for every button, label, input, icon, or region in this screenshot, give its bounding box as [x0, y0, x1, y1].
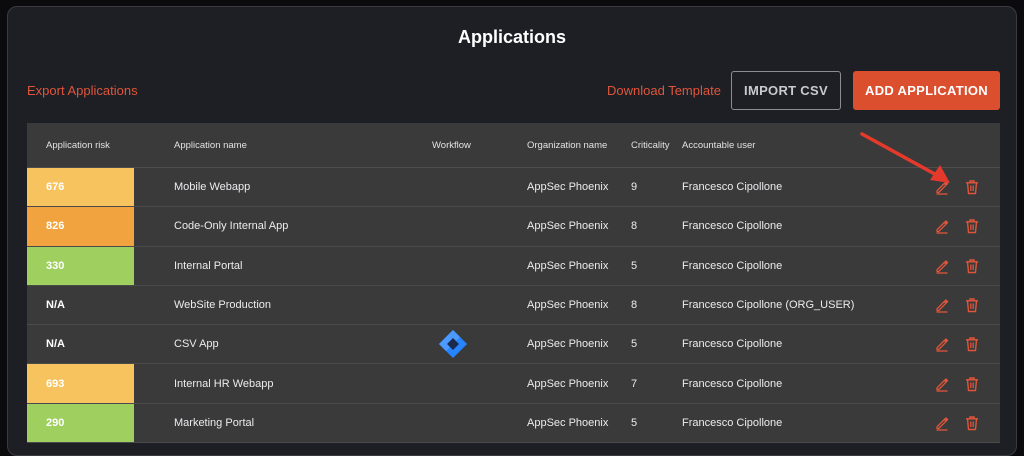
table-row[interactable]: 826 Code-Only Internal App AppSec Phoenix 8… [27, 207, 1000, 247]
risk-score: 330 [27, 246, 134, 285]
accountable-user: Francesco Cipollone [682, 220, 783, 233]
header-application-risk[interactable]: Application risk [46, 140, 110, 151]
organization-name: AppSec Phoenix [527, 259, 609, 272]
header-criticality[interactable]: Criticality [631, 140, 670, 151]
row-actions [934, 286, 980, 324]
row-actions [934, 247, 980, 285]
row-actions [934, 168, 980, 206]
criticality-value: 5 [631, 259, 638, 272]
table-body: 676 Mobile Webapp AppSec Phoenix 9 Francesco… [27, 168, 1000, 444]
table-row[interactable]: N/A CSV App AppSec Phoenix 5 Francesco Cipol… [27, 325, 1000, 365]
table-row[interactable]: N/A WebSite Production AppSec Phoenix 8 Fran… [27, 286, 1000, 326]
trash-icon[interactable] [964, 297, 980, 313]
risk-score: 290 [27, 403, 134, 443]
page-title: Applications [457, 27, 566, 47]
criticality-value: 5 [631, 338, 638, 351]
accountable-user: Francesco Cipollone [682, 377, 783, 390]
application-name[interactable]: Marketing Portal [174, 404, 254, 442]
table-row[interactable]: 693 Internal HR Webapp AppSec Phoenix 7 Fran… [27, 364, 1000, 404]
export-applications-link[interactable]: Export Applications [27, 83, 138, 98]
criticality-value: 8 [631, 299, 638, 312]
criticality-value: 7 [631, 377, 638, 390]
table-row[interactable]: 676 Mobile Webapp AppSec Phoenix 9 Francesco… [27, 168, 1000, 208]
trash-icon[interactable] [964, 415, 980, 431]
pencil-icon[interactable] [934, 376, 950, 392]
accountable-user: Francesco Cipollone [682, 416, 783, 429]
organization-name: AppSec Phoenix [527, 377, 609, 390]
row-actions [934, 325, 980, 363]
add-application-button[interactable]: ADD APPLICATION [853, 71, 1000, 110]
download-template-link[interactable]: Download Template [607, 83, 721, 98]
application-name[interactable]: Internal Portal [174, 247, 242, 285]
accountable-user: Francesco Cipollone [682, 338, 783, 351]
table-row[interactable]: 330 Internal Portal AppSec Phoenix 5 Frances… [27, 246, 1000, 286]
import-csv-button[interactable]: IMPORT CSV [731, 71, 841, 110]
risk-score: 693 [27, 364, 134, 403]
jira-icon[interactable] [438, 325, 468, 363]
header-organization-name[interactable]: Organization name [527, 140, 607, 151]
row-actions [934, 404, 980, 442]
application-name[interactable]: Mobile Webapp [174, 168, 250, 206]
pencil-icon[interactable] [934, 179, 950, 195]
application-name[interactable]: Internal HR Webapp [174, 364, 273, 402]
organization-name: AppSec Phoenix [527, 338, 609, 351]
application-name[interactable]: CSV App [174, 325, 219, 363]
trash-icon[interactable] [964, 218, 980, 234]
pencil-icon[interactable] [934, 336, 950, 352]
trash-icon[interactable] [964, 179, 980, 195]
pencil-icon[interactable] [934, 297, 950, 313]
trash-icon[interactable] [964, 376, 980, 392]
criticality-value: 8 [631, 220, 638, 233]
table-header: Application risk Application name Workfl… [27, 123, 1000, 168]
pencil-icon[interactable] [934, 258, 950, 274]
organization-name: AppSec Phoenix [527, 220, 609, 233]
applications-panel: Applications Export Applications Downloa… [7, 6, 1017, 456]
header-application-name[interactable]: Application name [174, 140, 247, 151]
row-actions [934, 364, 980, 402]
accountable-user: Francesco Cipollone [682, 181, 783, 194]
trash-icon[interactable] [964, 336, 980, 352]
pencil-icon[interactable] [934, 415, 950, 431]
criticality-value: 5 [631, 416, 638, 429]
header-accountable-user[interactable]: Accountable user [682, 140, 755, 151]
risk-score: N/A [46, 338, 65, 351]
trash-icon[interactable] [964, 258, 980, 274]
risk-score: 826 [27, 207, 134, 246]
accountable-user: Francesco Cipollone (ORG_USER) [682, 299, 855, 312]
organization-name: AppSec Phoenix [527, 416, 609, 429]
pencil-icon[interactable] [934, 218, 950, 235]
applications-table: Application risk Application name Workfl… [27, 123, 1000, 444]
row-actions [934, 207, 980, 245]
application-name[interactable]: Code-Only Internal App [174, 207, 288, 245]
table-row[interactable]: 290 Marketing Portal AppSec Phoenix 5 France… [27, 403, 1000, 444]
organization-name: AppSec Phoenix [527, 181, 609, 194]
risk-score: N/A [46, 299, 65, 312]
application-name[interactable]: WebSite Production [174, 286, 271, 324]
accountable-user: Francesco Cipollone [682, 259, 783, 272]
header-workflow[interactable]: Workflow [432, 140, 471, 151]
criticality-value: 9 [631, 181, 638, 194]
risk-score: 676 [27, 168, 134, 207]
organization-name: AppSec Phoenix [527, 299, 609, 312]
